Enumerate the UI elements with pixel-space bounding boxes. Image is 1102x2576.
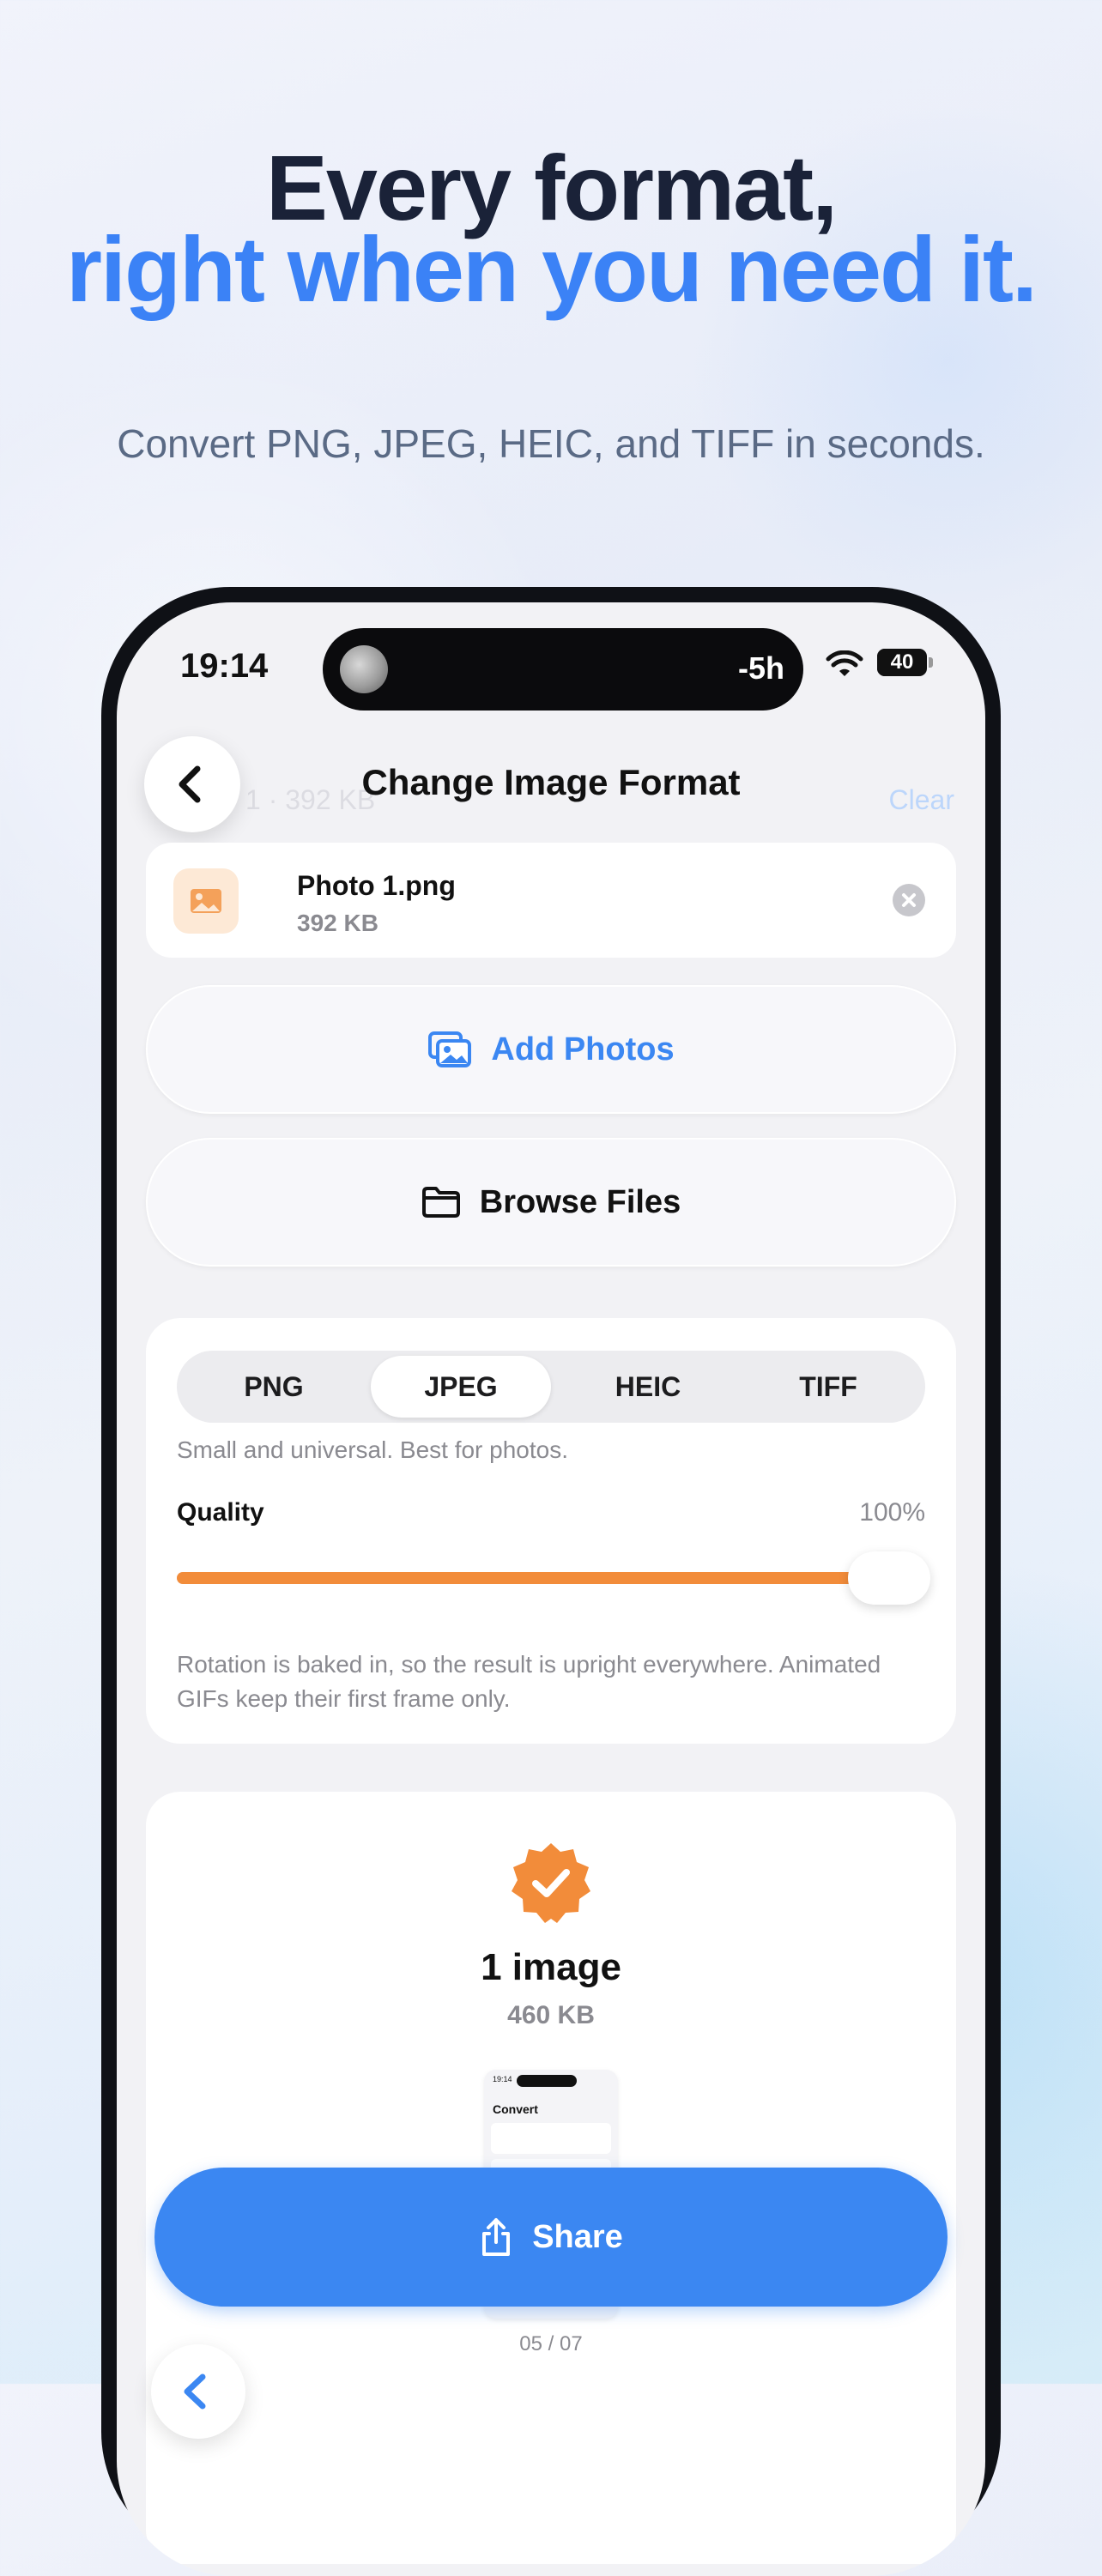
image-icon: [173, 868, 239, 934]
dynamic-island: -5h: [323, 628, 803, 711]
quality-value: 100%: [859, 1498, 925, 1527]
add-photos-button[interactable]: Add Photos: [146, 985, 956, 1114]
browse-files-label: Browse Files: [479, 1183, 681, 1220]
remove-file-button[interactable]: [893, 884, 925, 916]
battery-level: 40: [890, 650, 914, 674]
preview-island: [517, 2075, 577, 2087]
headline-line2: right when you need it.: [65, 217, 1038, 321]
phone-screen: 19:14 -5h 40 1 · 392 KB Clear Change Ima…: [117, 602, 985, 2576]
format-option-heic[interactable]: HEIC: [558, 1356, 738, 1418]
moon-icon: [340, 645, 388, 693]
format-segmented-control[interactable]: PNG JPEG HEIC TIFF: [177, 1351, 925, 1423]
result-count: 1 image: [481, 1946, 621, 1988]
photos-icon: [428, 1031, 472, 1067]
quality-slider-knob[interactable]: [848, 1551, 930, 1605]
share-label: Share: [532, 2218, 623, 2255]
battery-icon: 40: [877, 649, 927, 676]
back-button-peek[interactable]: [151, 2344, 245, 2439]
file-name: Photo 1.png: [297, 870, 456, 901]
format-settings-card: PNG JPEG HEIC TIFF Small and universal. …: [146, 1318, 956, 1744]
island-text: -5h: [738, 650, 784, 686]
preview-title: Convert: [493, 2102, 538, 2116]
preview-row: [491, 2123, 611, 2154]
page-indicator: 05 / 07: [519, 2332, 583, 2355]
file-size: 392 KB: [297, 910, 378, 936]
browse-files-button[interactable]: Browse Files: [146, 1138, 956, 1267]
chevron-left-icon: [184, 2373, 206, 2410]
quality-slider[interactable]: [177, 1551, 930, 1605]
share-button[interactable]: Share: [154, 2168, 948, 2307]
quality-slider-fill: [177, 1572, 925, 1584]
share-icon: [482, 2218, 511, 2256]
preview-time: 19:14: [493, 2075, 512, 2083]
folder-icon: [421, 1187, 460, 1218]
format-description: Small and universal. Best for photos.: [177, 1436, 569, 1463]
format-option-png[interactable]: PNG: [184, 1356, 364, 1418]
verified-badge-icon: [512, 1843, 590, 1923]
add-photos-label: Add Photos: [491, 1031, 675, 1067]
result-size: 460 KB: [507, 2001, 595, 2029]
wifi-icon: [826, 650, 863, 676]
status-time: 19:14: [180, 647, 269, 685]
format-option-jpeg[interactable]: JPEG: [371, 1356, 551, 1418]
file-row[interactable]: Photo 1.png 392 KB: [146, 843, 956, 958]
close-icon: [902, 893, 916, 907]
format-option-tiff[interactable]: TIFF: [738, 1356, 918, 1418]
quality-label: Quality: [177, 1498, 264, 1527]
conversion-note: Rotation is baked in, so the result is u…: [177, 1651, 881, 1712]
page-title: Change Image Format: [361, 762, 741, 802]
headline-subtitle: Convert PNG, JPEG, HEIC, and TIFF in sec…: [117, 421, 985, 466]
